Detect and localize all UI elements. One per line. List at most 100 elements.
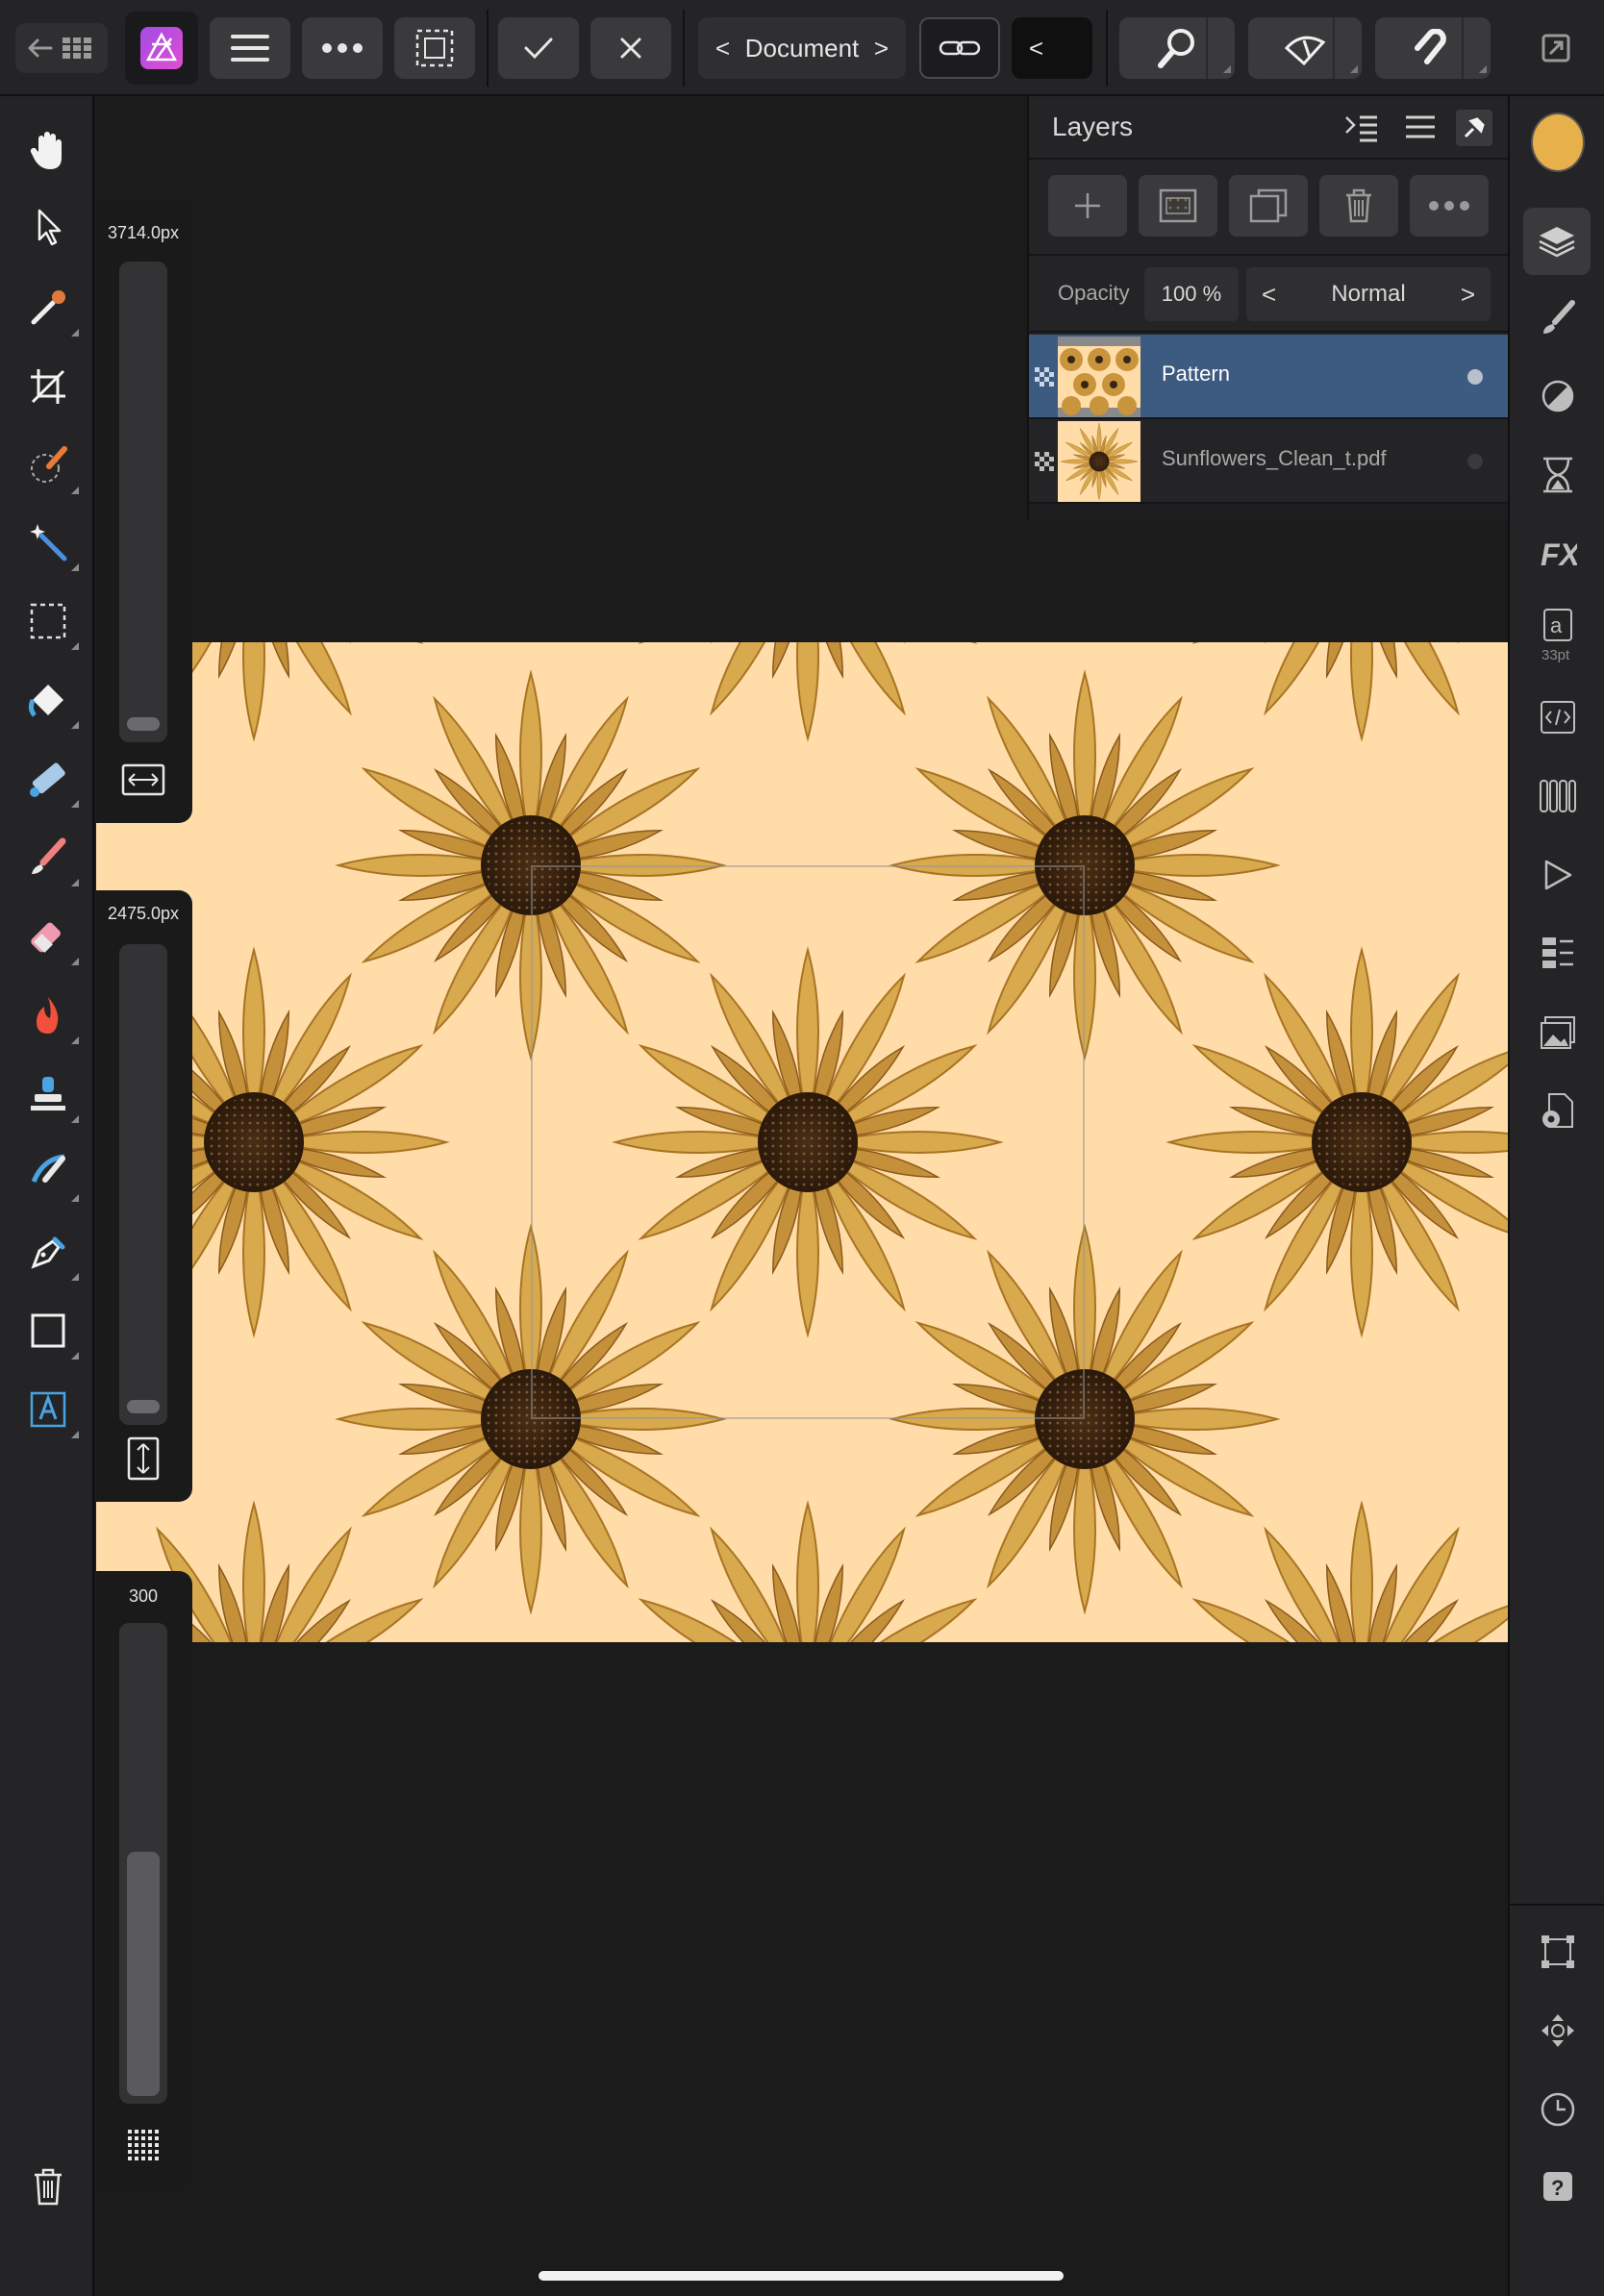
clone-brush-tool[interactable] <box>23 1069 79 1123</box>
rectangle-tool[interactable] <box>23 1306 79 1360</box>
add-layer-button[interactable] <box>1048 175 1127 237</box>
document-gear-icon <box>1542 1093 1573 1128</box>
back-to-gallery-button[interactable] <box>15 23 108 73</box>
delete-button[interactable] <box>23 2161 73 2211</box>
layer-name: Sunflowers_Clean_t.pdf <box>1162 446 1387 470</box>
brushes-studio-button[interactable] <box>1531 290 1585 344</box>
dropdown-corner <box>1223 65 1231 73</box>
pen-tool[interactable] <box>23 1227 79 1281</box>
cancel-button[interactable] <box>590 17 671 79</box>
flood-select-tool[interactable] <box>23 517 79 571</box>
ellipsis-icon <box>1429 201 1469 211</box>
layer-visibility-toggle[interactable] <box>1467 369 1483 385</box>
height-slider[interactable] <box>119 944 167 1425</box>
collapse-panel-icon[interactable] <box>1344 113 1379 142</box>
width-slider[interactable] <box>119 262 167 742</box>
document-prev-arrow[interactable]: < <box>715 34 730 63</box>
selection-brush-tool-icon <box>31 446 67 483</box>
snapping-button[interactable] <box>1375 17 1491 79</box>
extra-prev-arrow: < <box>1029 33 1044 62</box>
smudge-brush-tool[interactable] <box>23 1148 79 1202</box>
artistic-text-tool[interactable] <box>23 1385 79 1438</box>
opacity-field[interactable]: 100 % <box>1144 267 1239 321</box>
resolution-value: 300 <box>128 1586 159 1606</box>
home-indicator <box>539 2271 1064 2281</box>
width-slider-thumb[interactable] <box>127 717 160 731</box>
assistant-button[interactable] <box>1248 17 1362 79</box>
history-clock-studio-button[interactable] <box>1531 2083 1585 2136</box>
text-style-size: 33pt <box>1541 647 1570 663</box>
transform-studio-button[interactable] <box>1531 1925 1585 1979</box>
extra-context-prev[interactable]: < <box>1012 17 1092 79</box>
dpi-grid-icon <box>128 2130 159 2160</box>
glyph-browser-studio-button[interactable] <box>1531 690 1585 744</box>
add-mask-button[interactable] <box>1139 175 1217 237</box>
apply-button[interactable] <box>498 17 579 79</box>
pin-icon <box>1464 117 1485 138</box>
flood-fill-tool[interactable] <box>23 675 79 729</box>
swatches-studio-button[interactable] <box>1531 769 1585 823</box>
magnet-icon <box>1415 29 1446 64</box>
mask-layer-icon <box>1159 188 1197 223</box>
delete-layer-button[interactable] <box>1319 175 1398 237</box>
more-options-button[interactable] <box>302 17 383 79</box>
paint-brush-tool[interactable] <box>23 833 79 886</box>
move-nudge-studio-button[interactable] <box>1531 2004 1585 2058</box>
layer-more-button[interactable] <box>1410 175 1489 237</box>
checkmark-icon <box>524 37 553 60</box>
view-tool-button[interactable] <box>1119 17 1235 79</box>
height-scale-icon[interactable] <box>121 1436 165 1481</box>
width-value: 3714.0px <box>107 223 180 242</box>
gradient-tool[interactable] <box>23 754 79 808</box>
color-swatch-button[interactable] <box>1531 112 1585 172</box>
layers-actions <box>1029 160 1510 256</box>
color-picker-tool[interactable] <box>23 283 79 337</box>
adjustments-studio-button[interactable] <box>1531 369 1585 423</box>
text-styles-studio-button[interactable]: a 33pt <box>1531 602 1585 669</box>
crop-tool[interactable] <box>23 362 73 412</box>
layer-row-pattern[interactable]: Pattern <box>1029 335 1510 419</box>
selection-brush-tool[interactable] <box>23 440 79 494</box>
plus-icon <box>1075 193 1100 218</box>
hand-tool[interactable] <box>23 125 73 175</box>
history-studio-button[interactable] <box>1531 448 1585 502</box>
link-button[interactable] <box>919 17 1000 79</box>
adjustment-icon <box>1541 380 1574 412</box>
document-next-arrow[interactable]: > <box>874 34 889 63</box>
width-scale-icon[interactable] <box>121 758 165 802</box>
effects-studio-button[interactable]: FX <box>1531 527 1585 581</box>
move-tool[interactable] <box>23 202 73 252</box>
erase-brush-tool[interactable] <box>23 911 79 965</box>
resolution-slider-fill[interactable] <box>127 1852 160 2096</box>
macros-studio-button[interactable] <box>1531 848 1585 902</box>
resolution-slider[interactable] <box>119 1623 167 2104</box>
height-slider-panel: 2475.0px <box>94 890 192 1502</box>
navigator-studio-button[interactable] <box>1531 1006 1585 1060</box>
pin-panel-button[interactable] <box>1456 110 1492 146</box>
layer-visibility-toggle[interactable] <box>1467 454 1483 469</box>
layer-row-sunflowers[interactable]: Sunflowers_Clean_t.pdf <box>1029 419 1510 504</box>
fullscreen-button[interactable] <box>1523 17 1589 79</box>
dpi-grid-icon-button[interactable] <box>121 2123 165 2167</box>
layers-icon <box>1539 227 1575 258</box>
split-divider <box>1333 17 1335 79</box>
artistic-text-tool-icon <box>30 1391 66 1428</box>
affinity-photo-persona-button[interactable] <box>125 12 198 85</box>
group-layers-button[interactable] <box>1229 175 1308 237</box>
svg-text:a: a <box>1550 613 1563 637</box>
document-settings-studio-button[interactable] <box>1531 1085 1585 1138</box>
layers-studio-button[interactable] <box>1523 208 1591 275</box>
document-context-selector[interactable]: < Document > <box>698 17 906 79</box>
selection-mode-button[interactable] <box>394 17 475 79</box>
marquee-tool[interactable] <box>23 596 79 650</box>
help-button[interactable]: ? <box>1531 2159 1585 2213</box>
panel-menu-icon[interactable] <box>1404 113 1437 140</box>
channels-studio-button[interactable] <box>1531 927 1585 981</box>
document-canvas[interactable] <box>96 642 1508 1642</box>
height-slider-thumb[interactable] <box>127 1400 160 1413</box>
menu-button[interactable] <box>210 17 290 79</box>
dodge-brush-tool[interactable] <box>23 990 79 1044</box>
blend-next-arrow[interactable]: > <box>1461 280 1475 310</box>
hamburger-icon <box>231 35 269 62</box>
blend-mode-selector[interactable]: < Normal > <box>1246 267 1491 321</box>
